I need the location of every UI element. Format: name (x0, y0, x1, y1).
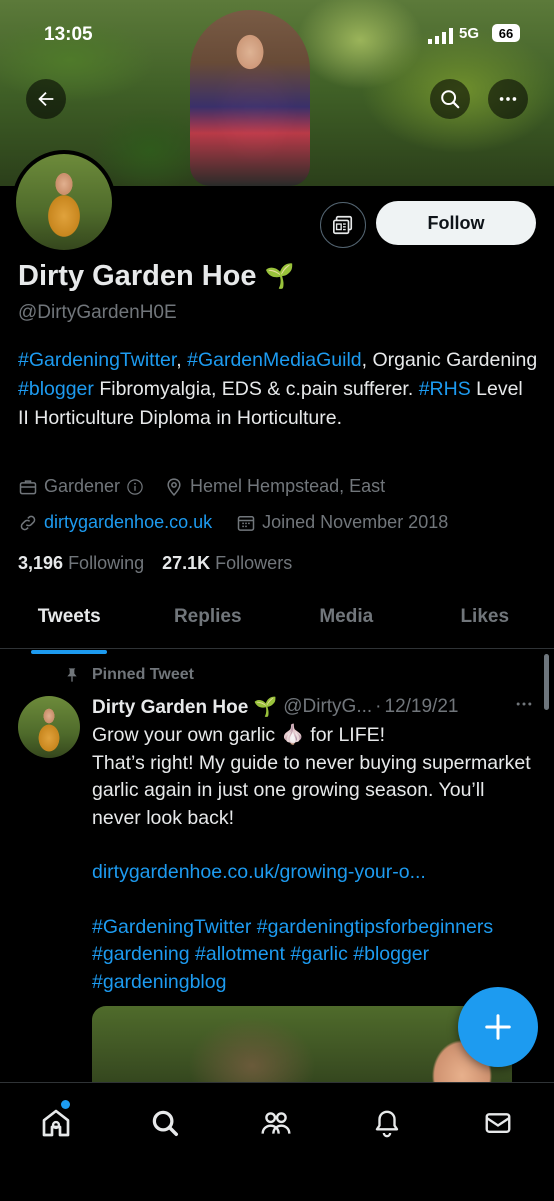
network-type: 5G (459, 25, 479, 42)
search-icon (439, 88, 461, 110)
hashtag-link[interactable]: #blogger (18, 378, 94, 400)
nav-messages[interactable] (476, 1101, 520, 1145)
scrollbar[interactable] (544, 654, 549, 710)
tab-tweets[interactable]: Tweets (0, 592, 139, 648)
tab-media[interactable]: Media (277, 592, 416, 648)
back-arrow-icon (35, 88, 57, 110)
hashtag-link[interactable]: #GardeningTwitter (18, 349, 176, 371)
followers-label: Followers (215, 553, 292, 573)
tweet-header: Dirty Garden Hoe 🌱 @DirtyG... · 12/19/21 (92, 694, 544, 720)
tweet-date[interactable]: 12/19/21 (385, 696, 459, 718)
tab-replies[interactable]: Replies (139, 592, 278, 648)
nav-notifications[interactable] (365, 1101, 409, 1145)
hashtag-link[interactable]: #GardenMediaGuild (187, 349, 362, 371)
bio-text: Fibromyalgia, EDS & c.pain sufferer. (94, 378, 419, 400)
signal-icon (428, 28, 454, 44)
link-icon (18, 513, 38, 533)
briefcase-icon (18, 477, 38, 497)
profile-avatar[interactable] (12, 150, 116, 254)
garlic-emoji: 🧄 (281, 724, 305, 746)
tweet-author-name[interactable]: Dirty Garden Hoe 🌱 (92, 695, 277, 719)
home-icon (40, 1107, 72, 1139)
profile-tabs: Tweets Replies Media Likes (0, 592, 554, 649)
info-icon[interactable] (126, 478, 144, 496)
newsletter-icon (332, 214, 354, 236)
pinned-tweet-label: Pinned Tweet (64, 666, 194, 684)
nav-home[interactable] (34, 1101, 78, 1145)
more-button[interactable] (488, 79, 528, 119)
calendar-icon (236, 513, 256, 533)
tweet-paragraph: That’s right! My guide to never buying s… (92, 750, 532, 833)
profile-handle: @DirtyGardenH0E (18, 302, 177, 324)
nav-explore[interactable] (143, 1101, 187, 1145)
pin-icon (64, 667, 80, 683)
nav-communities[interactable] (254, 1101, 298, 1145)
followers-stat[interactable]: 27.1K Followers (162, 553, 292, 574)
status-bar: 13:05 5G 66 (0, 0, 554, 62)
profile-category: Gardener (44, 476, 120, 497)
tweet-separator: · (375, 696, 381, 718)
bio-text: , (176, 349, 187, 371)
tweet-author-name-text: Dirty Garden Hoe (92, 697, 248, 718)
compose-plus-icon (483, 1012, 513, 1042)
status-time: 13:05 (44, 24, 93, 46)
tweet-link[interactable]: dirtygardenhoe.co.uk/growing-your-o... (92, 861, 426, 883)
followers-count: 27.1K (162, 553, 210, 573)
compose-tweet-button[interactable] (458, 987, 538, 1067)
hashtag-link[interactable]: #RHS (419, 378, 471, 400)
tweet-more-button[interactable] (514, 694, 534, 720)
profile-location: Hemel Hempstead, East (190, 476, 385, 497)
follow-button[interactable]: Follow (376, 201, 536, 245)
communities-icon (260, 1107, 292, 1139)
subscribe-newsletter-button[interactable] (320, 202, 366, 248)
display-name: Dirty Garden Hoe 🌱 (18, 260, 294, 293)
messages-icon (483, 1108, 513, 1138)
following-count: 3,196 (18, 553, 63, 573)
tweet-text: Grow your own garlic 🧄 for LIFE! That’s … (92, 722, 532, 996)
tweet-author-avatar[interactable] (18, 696, 80, 758)
notifications-icon (372, 1108, 402, 1138)
more-icon (497, 88, 519, 110)
profile-meta-row-2: dirtygardenhoe.co.uk Joined November 201… (18, 512, 448, 533)
tweet-line-1: Grow your own garlic 🧄 for LIFE! (92, 722, 532, 750)
tweet-hashtags[interactable]: #GardeningTwitter #gardeningtipsforbegin… (92, 914, 532, 997)
display-name-text: Dirty Garden Hoe (18, 260, 257, 293)
profile-bio: #GardeningTwitter, #GardenMediaGuild, Or… (18, 346, 538, 433)
search-button[interactable] (430, 79, 470, 119)
back-button[interactable] (26, 79, 66, 119)
notification-dot (61, 1100, 70, 1109)
profile-meta-row: Gardener Hemel Hempstead, East (18, 476, 385, 497)
seedling-emoji: 🌱 (254, 697, 278, 718)
tab-likes[interactable]: Likes (416, 592, 554, 648)
following-label: Following (68, 553, 144, 573)
location-pin-icon (164, 477, 184, 497)
profile-joined-date: Joined November 2018 (262, 512, 448, 533)
tweet-line-1-text: Grow your own garlic (92, 724, 281, 746)
battery-indicator: 66 (492, 24, 520, 42)
bio-text: , Organic Gardening (362, 349, 538, 371)
seedling-emoji: 🌱 (265, 262, 295, 291)
more-icon (514, 694, 534, 714)
pinned-label-text: Pinned Tweet (92, 666, 194, 684)
tweet-line-1-end: for LIFE! (305, 724, 385, 746)
follow-stats: 3,196 Following 27.1K Followers (18, 553, 292, 574)
tweet-author-handle: @DirtyG... (283, 696, 372, 718)
bottom-navigation (0, 1082, 554, 1201)
profile-website-link[interactable]: dirtygardenhoe.co.uk (44, 512, 212, 533)
explore-icon (150, 1108, 180, 1138)
following-stat[interactable]: 3,196 Following (18, 553, 144, 574)
